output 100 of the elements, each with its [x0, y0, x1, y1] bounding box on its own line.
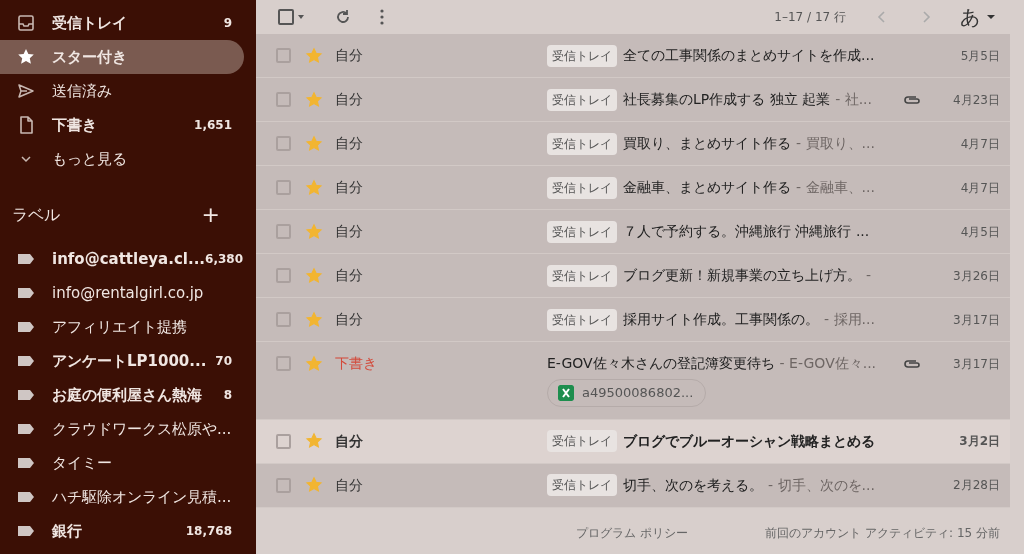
row-checkbox[interactable] — [276, 268, 291, 283]
label-tag: 受信トレイ — [547, 88, 617, 111]
folder-label: もっと見る — [52, 148, 127, 170]
row-checkbox[interactable] — [276, 48, 291, 63]
subject: ７人で予約する。沖縄旅行 沖縄旅行 ... — [623, 222, 870, 241]
message-row[interactable]: 自分 受信トレイ ブログでブルーオーシャン戦略まとめる 3月2日 — [256, 419, 1010, 464]
sender-name: 自分 — [335, 266, 364, 285]
row-checkbox[interactable] — [276, 180, 291, 195]
subject: ブログでブルーオーシャン戦略まとめる — [623, 431, 875, 451]
sidebar-item[interactable]: 受信トレイ 9 — [0, 6, 244, 40]
caret-icon — [986, 14, 996, 20]
sidebar-item[interactable]: もっと見る — [0, 142, 244, 176]
policy-link[interactable]: プログラム ポリシー — [576, 523, 688, 542]
draft-label: 下書き — [335, 354, 378, 373]
date: 2月28日 — [952, 477, 1000, 494]
folder-label: スター付き — [52, 46, 127, 68]
sender-name: 自分 — [335, 134, 364, 153]
label-tag: 受信トレイ — [547, 430, 617, 452]
date: 4月7日 — [959, 179, 1000, 197]
snippet: - 金融車、... — [796, 178, 875, 197]
date: 4月5日 — [959, 223, 1000, 241]
label-item[interactable]: お庭の便利屋さん熱海 8 — [0, 378, 244, 412]
star-icon[interactable] — [305, 90, 323, 109]
subject: E-GOV佐々木さんの登記簿変更待ち — [547, 354, 775, 373]
page-range: 1–17 / 17 行 — [774, 9, 846, 26]
star-icon[interactable] — [305, 134, 323, 153]
message-row[interactable]: 自分 受信トレイ 社長募集のLP作成する 独立 起業 - 社... 4月23日 — [256, 78, 1010, 122]
label-tag: 受信トレイ — [547, 474, 617, 496]
message-row[interactable]: 自分 受信トレイ ７人で予約する。沖縄旅行 沖縄旅行 ... 4月5日 — [256, 210, 1010, 254]
label-tag: 受信トレイ — [547, 308, 617, 331]
date: 3月26日 — [952, 267, 1000, 285]
input-mode-button[interactable]: あ — [954, 2, 1002, 32]
add-label-button[interactable]: + — [197, 204, 224, 226]
subject: 採用サイト作成。工事関係の。 — [623, 310, 819, 329]
snippet: - 採用... — [824, 310, 875, 329]
subject: 切手、次のを考える。 — [623, 475, 763, 495]
label-name: info@cattleya.cl... — [52, 248, 206, 270]
unread-count: 9 — [223, 15, 232, 32]
unread-count: 70 — [215, 353, 232, 370]
date: 3月2日 — [958, 433, 1000, 450]
star-icon[interactable] — [305, 222, 323, 241]
unread-count: 1,651 — [194, 117, 232, 134]
message-row[interactable]: 自分 受信トレイ 採用サイト作成。工事関係の。 - 採用... 3月17日 — [256, 298, 1010, 342]
subject: 買取り、まとめサイト作る — [623, 134, 791, 153]
label-item[interactable]: info@cattleya.cl...6,380 — [0, 242, 244, 276]
label-item[interactable]: ハチ駆除オンライン見積... — [0, 480, 244, 514]
sender-name: 自分 — [335, 178, 364, 197]
star-icon[interactable] — [305, 46, 323, 65]
subject: 社長募集のLP作成する 独立 起業 — [623, 90, 831, 109]
sidebar-item[interactable]: 下書き 1,651 — [0, 108, 244, 142]
message-row[interactable]: 自分 受信トレイ ブログ更新！新規事業の立ち上げ方。 - 3月26日 — [256, 254, 1010, 298]
snippet: - 買取り、... — [796, 134, 875, 153]
unread-count: 6,380 — [205, 252, 243, 266]
message-row[interactable]: 下書き E-GOV佐々木さんの登記簿変更待ち - E-GOV佐々... a49500086802... 3月17日 — [256, 342, 1010, 420]
label-name: タイミー — [52, 452, 112, 474]
subject: ブログ更新！新規事業の立ち上げ方。 — [623, 266, 861, 285]
section-heading: ラベル — [12, 204, 60, 226]
unread-count: 8 — [223, 387, 232, 404]
label-item[interactable]: アンケートLP1000... 70 — [0, 344, 244, 378]
sender-name: 自分 — [335, 222, 364, 241]
star-icon[interactable] — [305, 310, 323, 329]
sidebar-item[interactable]: 送信済み — [0, 74, 244, 108]
row-checkbox[interactable] — [276, 477, 291, 493]
label-tag: 受信トレイ — [547, 44, 617, 67]
message-row[interactable]: 自分 受信トレイ 全ての工事関係のまとめサイトを作成... 5月5日 — [256, 34, 1010, 78]
label-item[interactable]: 銀行 18,768 — [0, 514, 244, 548]
row-checkbox[interactable] — [276, 92, 291, 107]
message-row[interactable]: 自分 受信トレイ 切手、次のを考える。 - 切手、次のを... 2月28日 — [256, 463, 1010, 508]
account-activity: 前回のアカウント アクティビティ: 15 分前 — [765, 524, 1000, 542]
message-row[interactable]: 自分 受信トレイ 買取り、まとめサイト作る - 買取り、... 4月7日 — [256, 122, 1010, 166]
star-icon[interactable] — [305, 354, 323, 373]
sender-name: 自分 — [335, 431, 364, 451]
row-checkbox[interactable] — [276, 224, 291, 239]
star-icon[interactable] — [305, 266, 323, 285]
row-checkbox[interactable] — [276, 433, 291, 449]
label-item[interactable]: info@rentalgirl.co.jp — [0, 276, 244, 310]
folder-label: 受信トレイ — [52, 12, 127, 34]
label-item[interactable]: タイミー — [0, 446, 244, 480]
message-row[interactable]: 自分 受信トレイ 金融車、まとめサイト作る - 金融車、... 4月7日 — [256, 166, 1010, 210]
snippet: - — [866, 266, 872, 285]
snippet: - 社... — [835, 90, 872, 109]
unread-count: 18,768 — [185, 523, 232, 540]
label-name: ハチ駆除オンライン見積... — [52, 486, 232, 508]
star-icon[interactable] — [305, 178, 323, 197]
send-icon — [16, 81, 36, 101]
label-tag: 受信トレイ — [547, 132, 617, 155]
label-item[interactable]: クラウドワークス松原や... — [0, 412, 244, 446]
star-icon[interactable] — [305, 476, 323, 494]
label-name: アンケートLP1000... — [52, 350, 207, 372]
label-name: アフィリエイト提携 — [52, 316, 187, 338]
date: 4月23日 — [952, 91, 1000, 109]
label-name: お庭の便利屋さん熱海 — [52, 384, 202, 406]
sidebar-item[interactable]: スター付き — [0, 40, 244, 74]
row-checkbox[interactable] — [276, 136, 291, 151]
date: 3月17日 — [952, 355, 1000, 373]
star-icon[interactable] — [305, 432, 323, 450]
row-checkbox[interactable] — [276, 312, 291, 327]
row-checkbox[interactable] — [276, 356, 291, 371]
folder-label: 下書き — [52, 114, 97, 136]
label-item[interactable]: アフィリエイト提携 — [0, 310, 244, 344]
